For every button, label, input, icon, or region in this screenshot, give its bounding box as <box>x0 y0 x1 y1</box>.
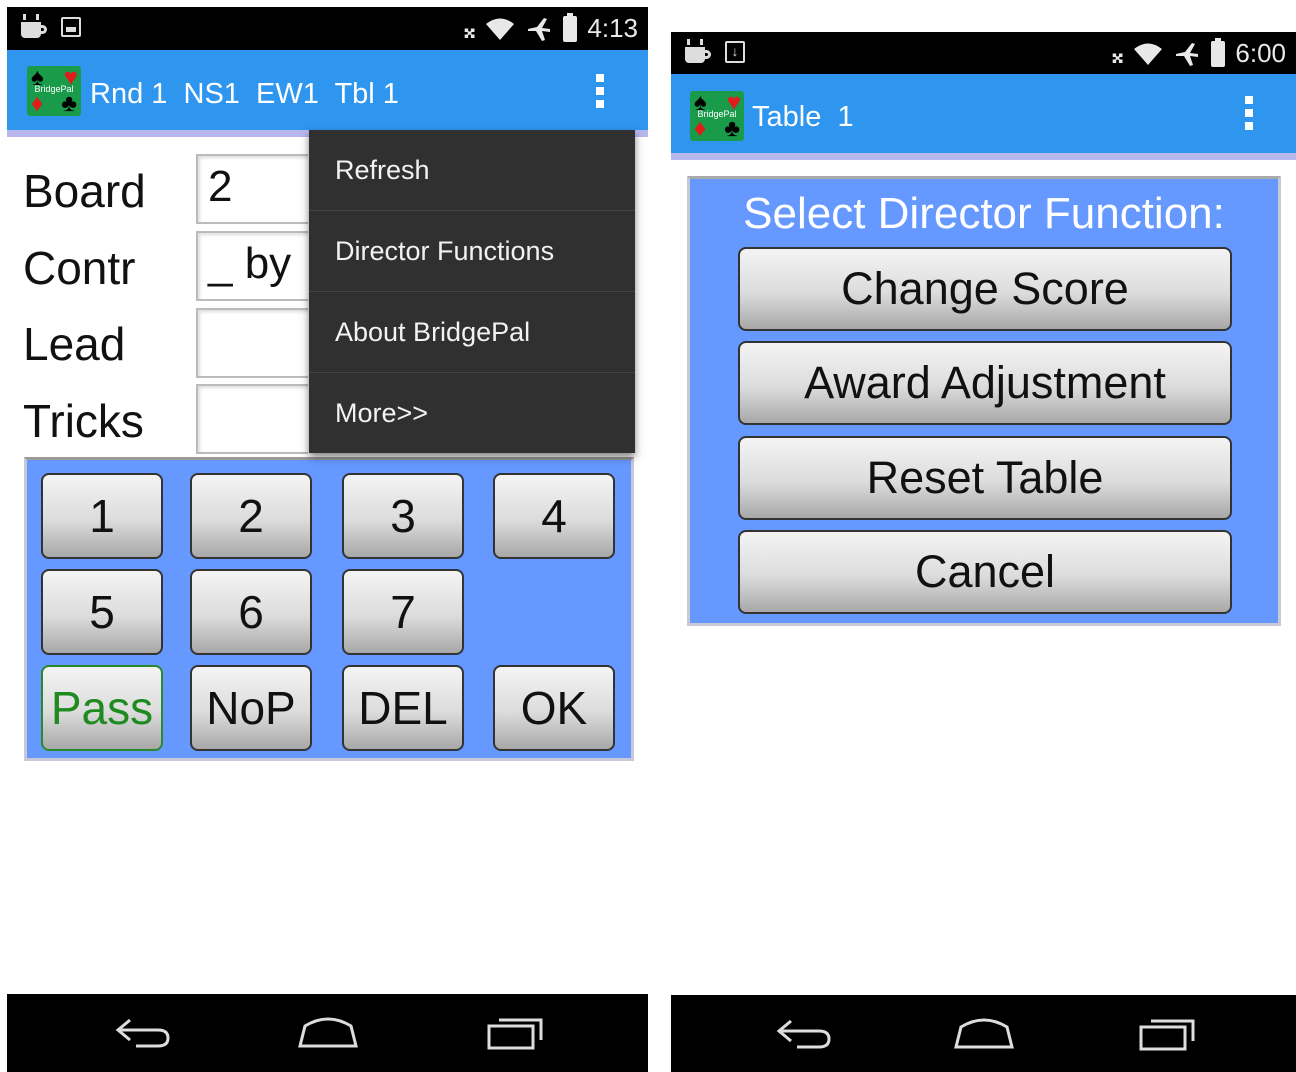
menu-item-about[interactable]: About BridgePal <box>309 292 635 373</box>
bridgepal-logo: ♠ ♥ ♦ ♣ BridgePal <box>27 66 81 116</box>
nop-button[interactable]: NoP <box>190 665 312 751</box>
coffee-cup-icon <box>685 39 711 63</box>
status-bar: ↓ 𝄪 6:00 <box>671 32 1296 74</box>
award-adjustment-button[interactable]: Award Adjustment <box>738 341 1232 425</box>
battery-icon <box>563 12 578 42</box>
board-label: Board <box>23 165 146 217</box>
overflow-menu: Refresh Director Functions About BridgeP… <box>309 130 635 453</box>
coffee-cup-icon <box>21 14 47 38</box>
status-time: 6:00 <box>1235 38 1286 68</box>
bridgepal-logo: ♠ ♥ ♦ ♣ BridgePal <box>690 91 744 141</box>
key-2[interactable]: 2 <box>190 473 312 559</box>
keypad: 1 2 3 4 5 6 7 Pass NoP DEL OK <box>24 457 634 761</box>
right-screen: ↓ 𝄪 6:00 ♠ ♥ ♦ ♣ BridgePal Table 1 Select D… <box>671 32 1296 1072</box>
image-notification-icon <box>61 17 81 37</box>
wifi-icon <box>486 18 515 40</box>
key-3[interactable]: 3 <box>342 473 464 559</box>
left-screen: 𝄪 4:13 ♠ ♥ ♦ ♣ BridgePal Rnd 1 NS1 EW1 Tbl … <box>7 7 648 1072</box>
menu-item-refresh[interactable]: Refresh <box>309 130 635 211</box>
overflow-menu-icon[interactable] <box>596 74 606 110</box>
tricks-field[interactable] <box>196 384 308 454</box>
key-1[interactable]: 1 <box>41 473 163 559</box>
tricks-label: Tricks <box>23 395 144 447</box>
overflow-menu-icon[interactable] <box>1245 96 1255 132</box>
navigation-bar <box>671 995 1296 1072</box>
recent-apps-icon[interactable] <box>1139 1015 1197 1051</box>
status-time: 4:13 <box>587 13 638 43</box>
lead-label: Lead <box>23 318 126 370</box>
airplane-icon <box>1176 42 1199 66</box>
action-bar: ♠ ♥ ♦ ♣ BridgePal Rnd 1 NS1 EW1 Tbl 1 <box>7 50 648 137</box>
key-7[interactable]: 7 <box>342 569 464 655</box>
action-bar-title: Rnd 1 NS1 EW1 Tbl 1 <box>90 78 399 110</box>
action-bar-title: Table 1 <box>752 101 854 133</box>
navigation-bar <box>7 994 648 1072</box>
wifi-icon <box>1134 43 1163 65</box>
mute-icon: 𝄪 <box>463 13 476 44</box>
reset-table-button[interactable]: Reset Table <box>738 436 1232 520</box>
menu-item-more[interactable]: More>> <box>309 373 635 454</box>
download-notification-icon: ↓ <box>725 41 745 63</box>
lead-field[interactable] <box>196 308 308 378</box>
dialog-title: Select Director Function: <box>743 189 1225 238</box>
key-5[interactable]: 5 <box>41 569 163 655</box>
delete-button[interactable]: DEL <box>342 665 464 751</box>
cancel-button[interactable]: Cancel <box>738 530 1232 614</box>
menu-item-director-functions[interactable]: Director Functions <box>309 211 635 292</box>
status-bar: 𝄪 4:13 <box>7 7 648 50</box>
back-icon[interactable] <box>112 1014 172 1050</box>
action-bar: ♠ ♥ ♦ ♣ BridgePal Table 1 <box>671 74 1296 160</box>
contract-field[interactable]: _ by <box>196 231 308 301</box>
ok-button[interactable]: OK <box>493 665 615 751</box>
pass-button[interactable]: Pass <box>41 665 163 751</box>
airplane-icon <box>528 17 551 41</box>
key-6[interactable]: 6 <box>190 569 312 655</box>
action-bar-divider <box>671 153 1296 160</box>
back-icon[interactable] <box>773 1015 833 1051</box>
change-score-button[interactable]: Change Score <box>738 247 1232 331</box>
battery-icon <box>1211 37 1226 67</box>
board-field[interactable]: 2 <box>196 154 308 224</box>
key-4[interactable]: 4 <box>493 473 615 559</box>
home-icon[interactable] <box>953 1015 1015 1051</box>
home-icon[interactable] <box>297 1014 359 1050</box>
mute-icon: 𝄪 <box>1111 38 1124 69</box>
contract-label: Contr <box>23 242 136 294</box>
recent-apps-icon[interactable] <box>487 1014 545 1050</box>
director-function-dialog: Select Director Function: Change Score A… <box>687 176 1281 626</box>
